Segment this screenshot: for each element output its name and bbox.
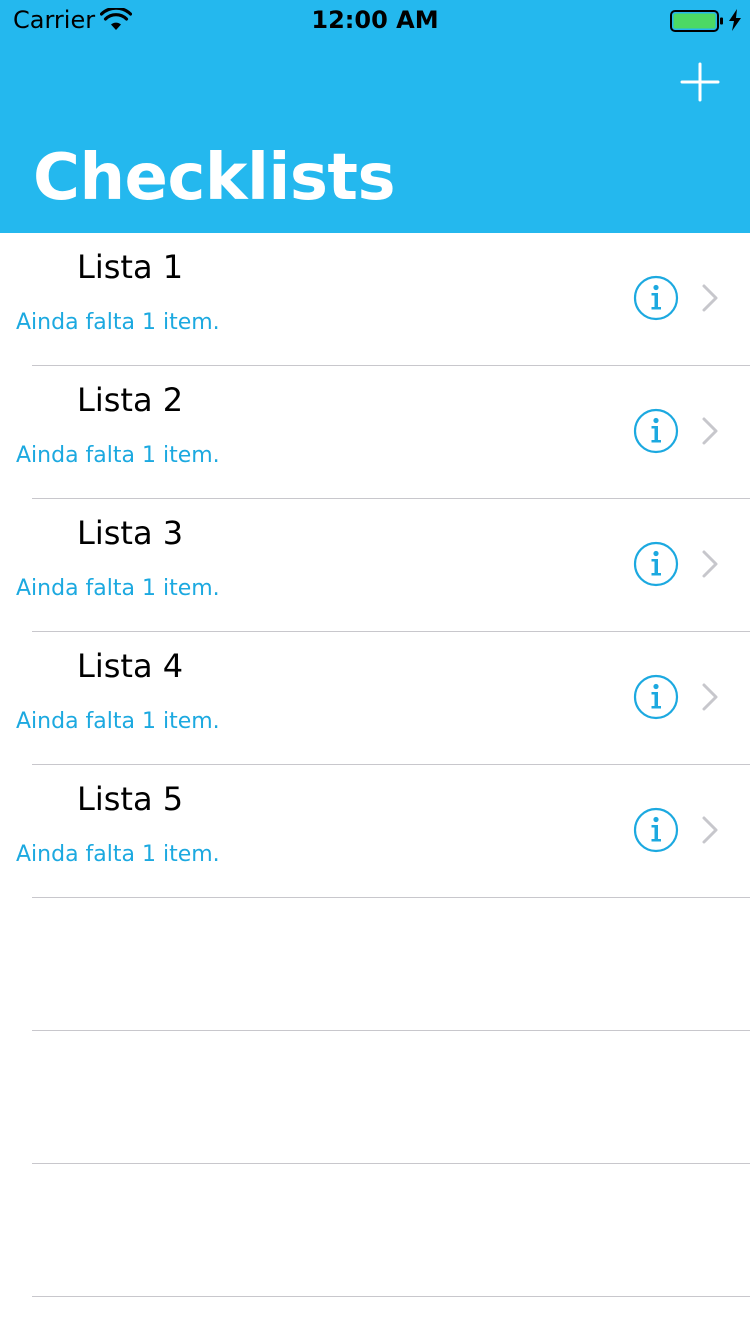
info-icon[interactable] [633,674,679,720]
clock-label: 12:00 AM [311,6,439,34]
add-checklist-button[interactable] [676,58,724,106]
chevron-right-icon [702,683,718,711]
checklist-remaining-label: Ainda falta 1 item. [16,576,220,601]
checklist-row-4[interactable]: Lista 4 Ainda falta 1 item. [0,632,750,765]
checklist-row-2[interactable]: Lista 2 Ainda falta 1 item. [0,366,750,499]
checklist-name: Lista 4 [77,647,184,685]
checklist-row-1[interactable]: Lista 1 Ainda falta 1 item. [0,233,750,366]
info-icon[interactable] [633,275,679,321]
checklist-remaining-label: Ainda falta 1 item. [16,842,220,867]
chevron-right-icon [702,284,718,312]
chevron-right-icon [702,816,718,844]
plus-icon [680,62,720,102]
empty-row [0,898,750,1031]
charging-bolt-icon [729,9,741,31]
checklist-name: Lista 1 [77,248,184,286]
chevron-right-icon [702,417,718,445]
checklist-remaining-label: Ainda falta 1 item. [16,709,220,734]
info-icon[interactable] [633,541,679,587]
info-icon[interactable] [633,408,679,454]
empty-row [0,1164,750,1297]
checklist-name: Lista 2 [77,381,184,419]
checklist-remaining-label: Ainda falta 1 item. [16,310,220,335]
checklist-row-5[interactable]: Lista 5 Ainda falta 1 item. [0,765,750,898]
battery-icon [670,10,723,32]
navigation-bar: Carrier 12:00 AM Checklists [0,0,750,233]
checklist-table: Lista 1 Ainda falta 1 item. Lista 2 Aind… [0,233,750,1297]
page-title: Checklists [33,141,396,215]
checklist-name: Lista 5 [77,780,184,818]
checklist-name: Lista 3 [77,514,184,552]
checklist-remaining-label: Ainda falta 1 item. [16,443,220,468]
checklist-row-3[interactable]: Lista 3 Ainda falta 1 item. [0,499,750,632]
status-bar: Carrier 12:00 AM [0,0,750,40]
row-separator [32,1296,750,1297]
info-icon[interactable] [633,807,679,853]
empty-row [0,1031,750,1164]
chevron-right-icon [702,550,718,578]
